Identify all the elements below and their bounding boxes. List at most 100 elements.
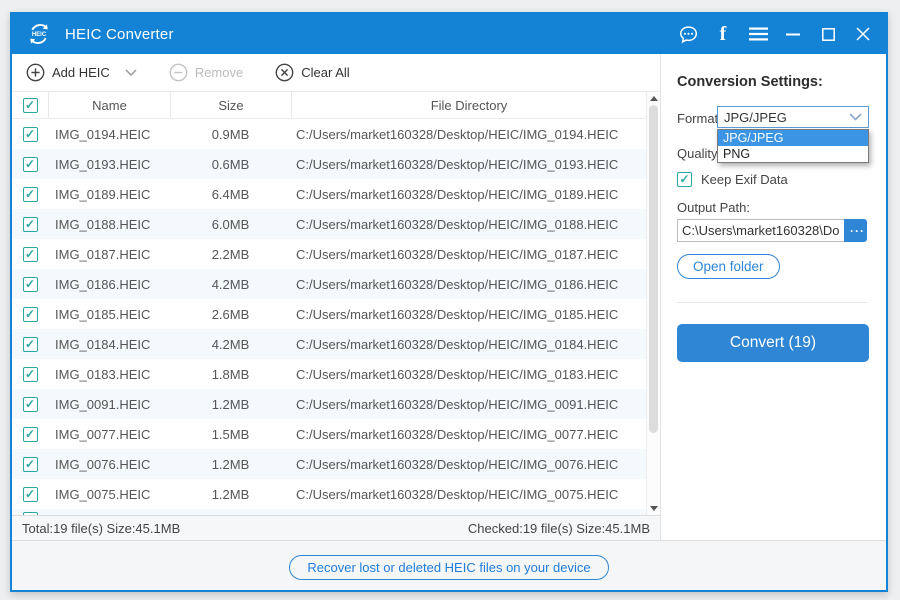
- table-row[interactable]: ✓ IMG_0183.HEIC 1.8MB C:/Users/market160…: [12, 359, 660, 389]
- table-row[interactable]: ✓ IMG_0091.HEIC 1.2MB C:/Users/market160…: [12, 389, 660, 419]
- table-row[interactable]: ✓ IMG_0185.HEIC 2.6MB C:/Users/market160…: [12, 299, 660, 329]
- file-size: 0.9MB: [211, 126, 250, 142]
- file-size: 0.6MB: [211, 156, 250, 172]
- column-header-directory[interactable]: File Directory: [291, 92, 660, 118]
- file-path: C:/Users/market160328/Desktop/HEIC/IMG_0…: [296, 306, 619, 322]
- row-checkbox[interactable]: ✓: [22, 156, 38, 172]
- column-header-size[interactable]: Size: [170, 92, 291, 118]
- file-name: IMG_0189.HEIC: [55, 186, 151, 202]
- row-checkbox[interactable]: ✓: [22, 216, 38, 232]
- row-checkbox[interactable]: ✓: [22, 366, 38, 382]
- file-name: IMG_0186.HEIC: [55, 276, 151, 292]
- table-row[interactable]: ✓ IMG_0187.HEIC 2.2MB C:/Users/market160…: [12, 239, 660, 269]
- file-path: C:/Users/market160328/Desktop/HEIC/IMG_0…: [296, 126, 619, 142]
- keep-exif-checkbox[interactable]: ✓: [677, 172, 692, 187]
- table-row[interactable]: ✓ IMG_0186.HEIC 4.2MB C:/Users/market160…: [12, 269, 660, 299]
- scroll-up-arrow-icon[interactable]: [650, 96, 658, 101]
- table-row[interactable]: ✓ IMG_0194.HEIC 0.9MB C:/Users/market160…: [12, 119, 660, 149]
- clear-all-icon: [275, 63, 294, 82]
- row-checkbox[interactable]: ✓: [22, 336, 38, 352]
- row-checkbox[interactable]: ✓: [22, 486, 38, 502]
- remove-label: Remove: [194, 65, 244, 80]
- remove-button[interactable]: Remove: [169, 63, 243, 82]
- vertical-scrollbar[interactable]: [646, 92, 660, 515]
- remove-icon: [169, 63, 188, 82]
- table-row[interactable]: ✓ IMG_0075.HEIC 1.2MB C:/Users/market160…: [12, 479, 660, 509]
- file-size: 2.2MB: [211, 246, 250, 262]
- main-area: Add HEIC Remove Clear All ✓ Name Size Fi…: [12, 54, 886, 540]
- scroll-down-arrow-icon[interactable]: [650, 506, 658, 511]
- clear-all-button[interactable]: Clear All: [275, 63, 350, 82]
- select-chevron-icon: [849, 113, 862, 121]
- output-path-input[interactable]: [677, 219, 844, 242]
- open-folder-button[interactable]: Open folder: [677, 254, 780, 279]
- file-size: 1.5MB: [211, 426, 250, 442]
- recover-heic-button[interactable]: Recover lost or deleted HEIC files on yo…: [289, 555, 609, 580]
- add-heic-button[interactable]: Add HEIC: [26, 63, 137, 82]
- row-checkbox[interactable]: ✓: [22, 246, 38, 262]
- panel-divider: [677, 302, 867, 303]
- settings-heading: Conversion Settings:: [677, 74, 823, 90]
- row-checkbox[interactable]: ✓: [22, 186, 38, 202]
- file-name: IMG_0194.HEIC: [55, 126, 151, 142]
- format-option-png[interactable]: PNG: [718, 146, 868, 162]
- svg-text:HEIC: HEIC: [32, 32, 47, 38]
- file-path: C:/Users/market160328/Desktop/HEIC/IMG_0…: [296, 246, 619, 262]
- row-checkbox[interactable]: ✓: [22, 396, 38, 412]
- table-row[interactable]: ✓ IMG_0077.HEIC 1.5MB C:/Users/market160…: [12, 419, 660, 449]
- window-title: HEIC Converter: [65, 25, 174, 43]
- row-checkbox[interactable]: ✓: [22, 426, 38, 442]
- maximize-icon[interactable]: [817, 23, 839, 45]
- file-name: IMG_0188.HEIC: [55, 216, 151, 232]
- file-path: C:/Users/market160328/Desktop/HEIC/IMG_0…: [296, 426, 619, 442]
- file-path: C:/Users/market160328/Desktop/HEIC/IMG_0…: [296, 456, 619, 472]
- file-size: 4.2MB: [211, 336, 250, 352]
- minimize-icon[interactable]: [782, 23, 804, 45]
- facebook-icon[interactable]: f: [712, 23, 734, 45]
- format-dropdown-list: JPG/JPEG PNG: [717, 129, 869, 163]
- scrollbar-thumb[interactable]: [649, 105, 658, 433]
- file-size: 4.2MB: [211, 276, 250, 292]
- file-path: C:/Users/market160328/Desktop/HEIC/IMG_0…: [296, 216, 619, 232]
- toolbar: Add HEIC Remove Clear All: [12, 54, 660, 92]
- file-table: ✓ Name Size File Directory ✓ IMG_0194.HE…: [12, 92, 660, 515]
- column-header-name[interactable]: Name: [48, 92, 170, 118]
- format-select[interactable]: JPG/JPEG: [717, 106, 869, 128]
- output-path-row: ···: [677, 219, 867, 242]
- file-path: C:/Users/market160328/Desktop/HEIC/IMG_0…: [296, 366, 619, 382]
- file-name: IMG_0077.HEIC: [55, 426, 151, 442]
- app-logo-icon: HEIC: [30, 24, 48, 44]
- file-path: C:/Users/market160328/Desktop/HEIC/IMG_0…: [296, 336, 619, 352]
- browse-button[interactable]: ···: [844, 219, 867, 242]
- row-checkbox[interactable]: ✓: [22, 276, 38, 292]
- row-checkbox[interactable]: ✓: [22, 126, 38, 142]
- table-row[interactable]: ✓ IMG_0076.HEIC 1.2MB C:/Users/market160…: [12, 449, 660, 479]
- keep-exif-label: Keep Exif Data: [701, 172, 788, 187]
- table-row[interactable]: ✓ IMG_0188.HEIC 6.0MB C:/Users/market160…: [12, 209, 660, 239]
- menu-icon[interactable]: [747, 23, 769, 45]
- keep-exif-row: ✓ Keep Exif Data: [677, 172, 788, 187]
- file-name: IMG_0184.HEIC: [55, 336, 151, 352]
- file-size: 6.0MB: [211, 216, 250, 232]
- table-row[interactable]: ✓ IMG_0184.HEIC 4.2MB C:/Users/market160…: [12, 329, 660, 359]
- format-option-jpg[interactable]: JPG/JPEG: [718, 130, 868, 146]
- table-row[interactable]: ✓ IMG_0193.HEIC 0.6MB C:/Users/market160…: [12, 149, 660, 179]
- status-checked: Checked:19 file(s) Size:45.1MB: [467, 520, 650, 536]
- feedback-icon[interactable]: [677, 23, 699, 45]
- row-checkbox[interactable]: ✓: [22, 456, 38, 472]
- file-path: C:/Users/market160328/Desktop/HEIC/IMG_0…: [296, 486, 619, 502]
- table-row-partial: [12, 509, 660, 515]
- row-checkbox[interactable]: [22, 512, 38, 515]
- format-value: JPG/JPEG: [724, 109, 787, 125]
- file-name: IMG_0075.HEIC: [55, 486, 151, 502]
- convert-button[interactable]: Convert (19): [677, 324, 869, 362]
- select-all-checkbox[interactable]: ✓: [22, 97, 38, 113]
- format-label: Format:: [677, 111, 722, 126]
- row-checkbox[interactable]: ✓: [22, 306, 38, 322]
- file-path: C:/Users/market160328/Desktop/HEIC/IMG_0…: [296, 396, 619, 412]
- file-size: 1.2MB: [211, 486, 250, 502]
- close-icon[interactable]: [852, 23, 874, 45]
- table-row[interactable]: ✓ IMG_0189.HEIC 6.4MB C:/Users/market160…: [12, 179, 660, 209]
- chevron-down-icon[interactable]: [125, 69, 137, 76]
- file-name: IMG_0185.HEIC: [55, 306, 151, 322]
